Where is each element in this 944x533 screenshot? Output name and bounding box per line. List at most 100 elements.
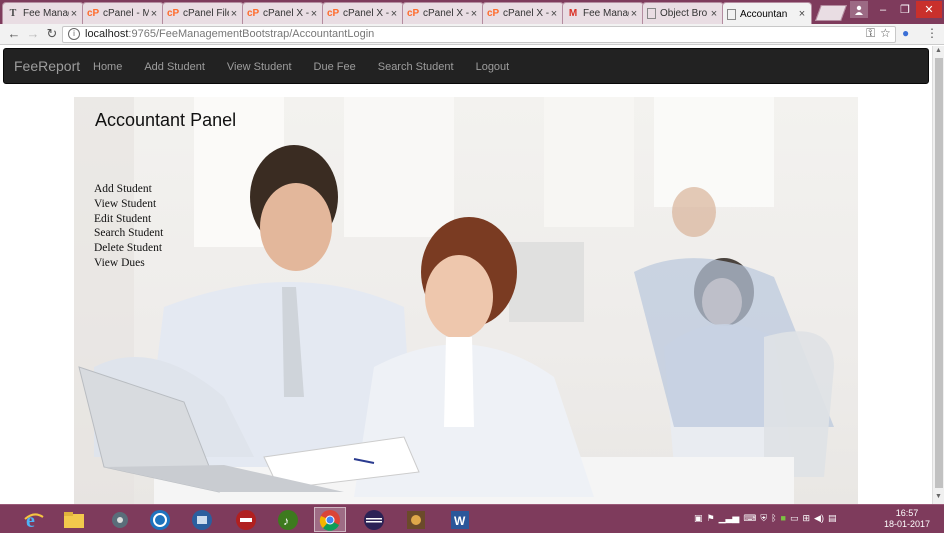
- close-icon[interactable]: ×: [629, 8, 639, 20]
- menu-dots-icon[interactable]: ⋮: [926, 26, 938, 40]
- taskbar-clock[interactable]: 16:57 18-01-2017: [880, 508, 934, 530]
- cpanel-icon: cP: [247, 7, 260, 19]
- video-player-icon[interactable]: [186, 507, 218, 532]
- reload-icon[interactable]: ↻: [44, 26, 60, 42]
- nav-home[interactable]: Home: [82, 49, 133, 85]
- tray-alert-icon[interactable]: ⚑: [707, 513, 715, 524]
- signal-icon[interactable]: ▁▃▅: [719, 513, 740, 524]
- tab-gmail-fee[interactable]: M Fee Manag ×: [562, 2, 644, 24]
- network-icon[interactable]: ⊞: [802, 513, 810, 524]
- browser-toolbar: ← → ↻ i localhost:9765/FeeManagementBoot…: [0, 24, 944, 45]
- restore-icon[interactable]: ❐: [894, 1, 916, 18]
- key-icon[interactable]: ⚿: [866, 26, 875, 41]
- nvidia-icon[interactable]: ■: [781, 513, 786, 524]
- nav-add-student[interactable]: Add Student: [133, 49, 216, 85]
- menu-view-dues[interactable]: View Dues: [94, 256, 163, 271]
- scroll-up-icon[interactable]: ▲: [935, 47, 942, 54]
- keyboard-icon[interactable]: ⌨: [743, 513, 756, 524]
- scroll-down-icon[interactable]: ▼: [935, 493, 942, 500]
- close-icon[interactable]: ×: [309, 8, 319, 20]
- tab-cpanel-x-3[interactable]: cP cPanel X - ×: [402, 2, 484, 24]
- gmail-icon: M: [568, 7, 578, 19]
- eclipse-icon[interactable]: [358, 507, 390, 532]
- menu-edit-student[interactable]: Edit Student: [94, 212, 163, 227]
- vertical-scrollbar[interactable]: ▲ ▼: [932, 46, 944, 504]
- close-icon[interactable]: ×: [389, 8, 399, 20]
- media-app-icon[interactable]: [230, 507, 262, 532]
- menu-delete-student[interactable]: Delete Student: [94, 241, 163, 256]
- close-icon[interactable]: ×: [797, 8, 807, 20]
- navbar-brand[interactable]: FeeReport: [14, 58, 80, 74]
- address-bar[interactable]: i localhost:9765/FeeManagementBootstrap/…: [62, 26, 896, 43]
- browser-window: T Fee Manag × cP cPanel - M × cP cPanel …: [0, 0, 944, 533]
- volume-icon[interactable]: ◀): [814, 513, 824, 524]
- user-profile-icon[interactable]: [850, 1, 868, 18]
- tab-cpanel-mail[interactable]: cP cPanel - M ×: [82, 2, 164, 24]
- text-page-icon: T: [9, 7, 17, 19]
- network-tool-icon[interactable]: [104, 507, 136, 532]
- url-host: localhost: [85, 28, 129, 40]
- info-icon[interactable]: i: [68, 28, 80, 40]
- svg-text:♪: ♪: [283, 514, 289, 528]
- page-title: Accountant Panel: [95, 110, 237, 130]
- cpanel-icon: cP: [487, 7, 500, 19]
- tab-cpanel-file[interactable]: cP cPanel File ×: [162, 2, 244, 24]
- navbar-links: Home Add Student View Student Due Fee Se…: [82, 49, 520, 85]
- close-icon[interactable]: ×: [69, 8, 79, 20]
- bookmark-star-icon[interactable]: ☆: [880, 26, 891, 40]
- nav-due-fee[interactable]: Due Fee: [303, 49, 367, 85]
- ie-icon[interactable]: e: [18, 507, 50, 532]
- clock-date: 18-01-2017: [883, 519, 931, 529]
- action-center-icon[interactable]: ▤: [828, 513, 837, 524]
- tab-label: cPanel - M: [103, 8, 149, 19]
- close-icon[interactable]: ×: [549, 8, 559, 20]
- tab-label: Fee Manag: [583, 8, 629, 19]
- accountant-menu: Add Student View Student Edit Student Se…: [94, 182, 163, 271]
- cpanel-icon: cP: [327, 7, 340, 19]
- tab-fee-management[interactable]: T Fee Manag ×: [2, 2, 84, 24]
- tab-cpanel-x-1[interactable]: cP cPanel X - ×: [242, 2, 324, 24]
- forward-arrow-icon[interactable]: →: [25, 26, 41, 42]
- close-icon[interactable]: ×: [149, 8, 159, 20]
- nav-view-student[interactable]: View Student: [216, 49, 303, 85]
- tab-object-browser[interactable]: Object Bro ×: [642, 2, 724, 24]
- site-navbar: FeeReport Home Add Student View Student …: [3, 48, 929, 84]
- close-icon[interactable]: ×: [469, 8, 479, 20]
- tray-safety-icon[interactable]: ⛨: [760, 513, 767, 524]
- back-arrow-icon[interactable]: ←: [6, 26, 22, 42]
- tab-label: Accountan: [740, 8, 788, 20]
- settings-app-icon[interactable]: [400, 507, 432, 532]
- menu-view-student[interactable]: View Student: [94, 197, 163, 212]
- page-viewport: FeeReport Home Add Student View Student …: [0, 46, 932, 504]
- tab-accountant[interactable]: Accountan ×: [722, 2, 812, 25]
- media-center-icon[interactable]: [144, 507, 176, 532]
- menu-add-student[interactable]: Add Student: [94, 182, 163, 197]
- nav-search-student[interactable]: Search Student: [367, 49, 465, 85]
- tab-label: Fee Manag: [23, 8, 69, 19]
- close-icon[interactable]: ×: [709, 8, 719, 20]
- close-icon[interactable]: ×: [229, 8, 239, 20]
- extension-icon[interactable]: ●: [902, 26, 909, 40]
- nav-logout[interactable]: Logout: [465, 49, 521, 85]
- new-tab-button[interactable]: [815, 5, 847, 21]
- tab-label: cPanel X -: [343, 8, 389, 19]
- tab-strip: T Fee Manag × cP cPanel - M × cP cPanel …: [0, 0, 944, 25]
- monitor-icon[interactable]: ▭: [790, 513, 799, 524]
- word-icon[interactable]: W: [444, 507, 476, 532]
- tab-cpanel-x-4[interactable]: cP cPanel X - ×: [482, 2, 564, 24]
- tray-app-icon[interactable]: ▣: [694, 513, 703, 524]
- music-player-icon[interactable]: ♪: [272, 507, 304, 532]
- minimize-icon[interactable]: –: [872, 1, 894, 18]
- svg-text:W: W: [454, 514, 466, 528]
- bluetooth-icon[interactable]: ᛒ: [771, 513, 776, 524]
- menu-search-student[interactable]: Search Student: [94, 226, 163, 241]
- cpanel-icon: cP: [407, 7, 420, 19]
- chrome-icon[interactable]: [314, 507, 346, 532]
- clock-time: 16:57: [895, 508, 919, 518]
- svg-text:e: e: [26, 510, 35, 531]
- scrollbar-thumb[interactable]: [935, 58, 943, 488]
- file-explorer-icon[interactable]: [58, 507, 90, 532]
- tab-label: cPanel File: [183, 8, 229, 19]
- tab-cpanel-x-2[interactable]: cP cPanel X - ×: [322, 2, 404, 24]
- window-close-icon[interactable]: ✕: [916, 1, 942, 18]
